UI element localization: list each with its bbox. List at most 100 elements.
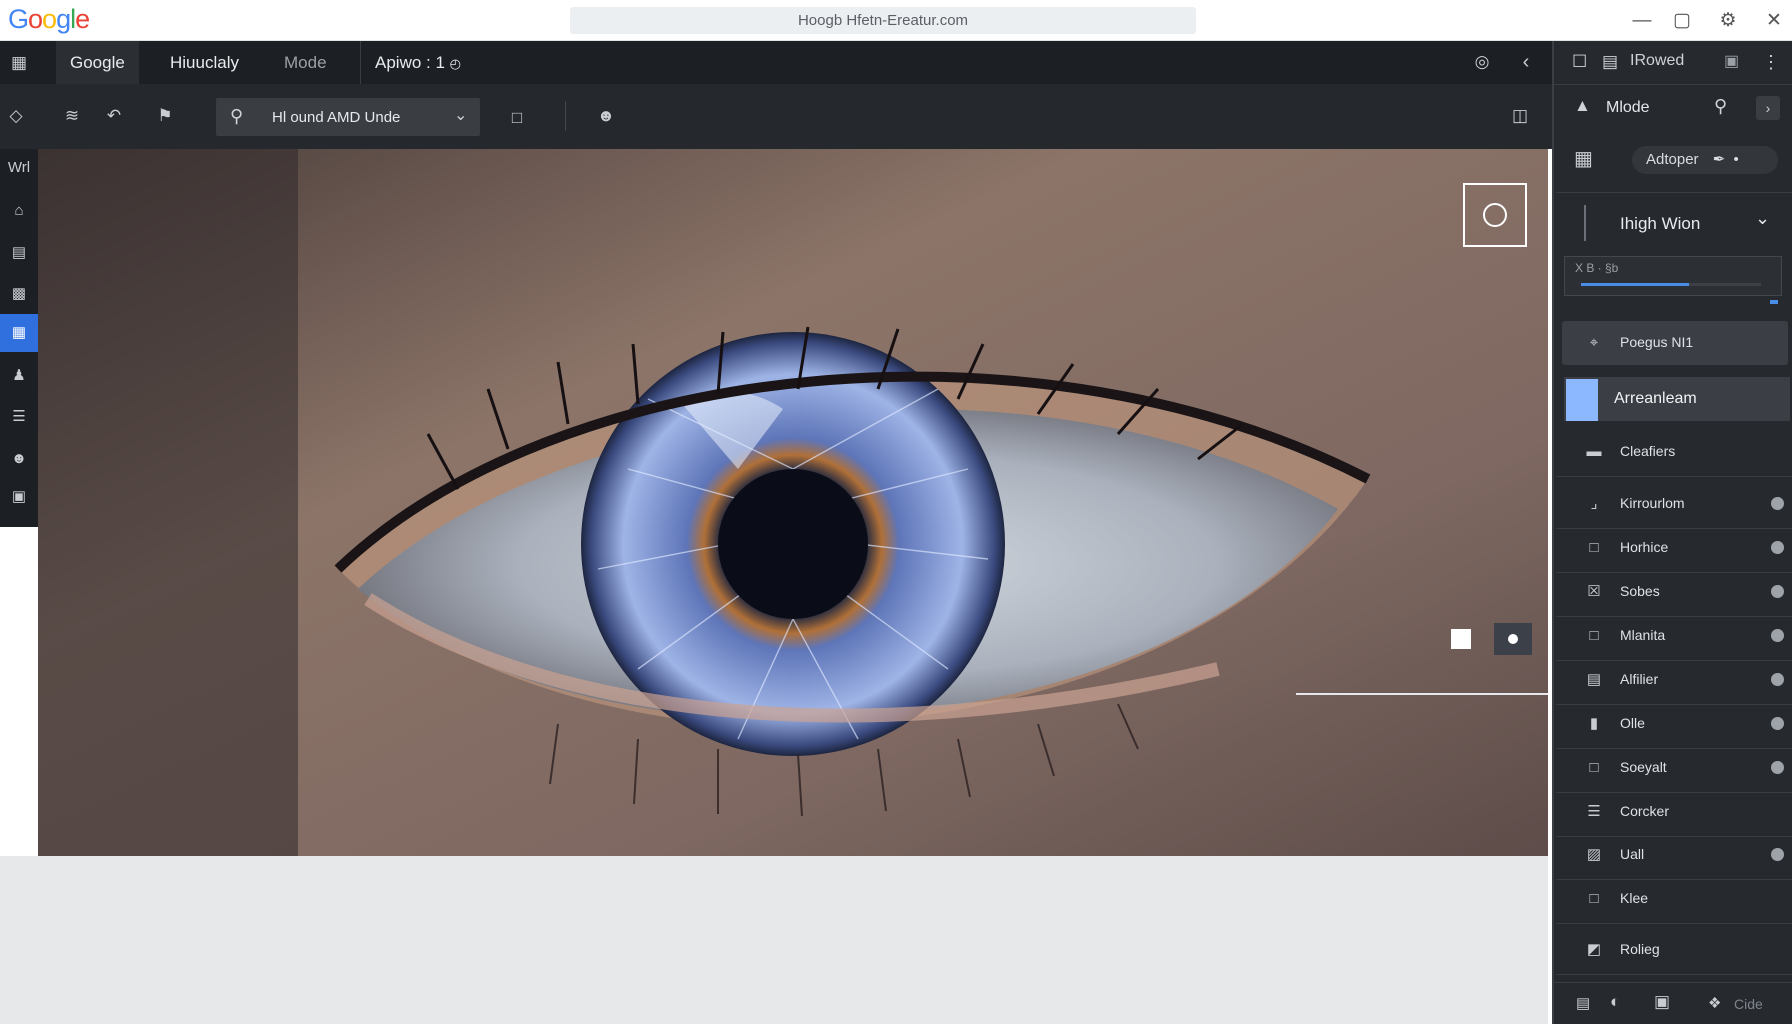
visibility-eye-icon[interactable] [1771,717,1784,730]
panel-divider [1552,84,1792,85]
layers-icon: ☰ [1587,803,1601,820]
layer-item[interactable]: ⌖ Poegus NI1 [1562,321,1788,365]
visibility-eye-icon[interactable] [1771,629,1784,642]
layer-item[interactable]: □ Horhice [1562,526,1788,570]
menu-item-2[interactable]: Hiuuclaly [156,41,253,84]
layer-item[interactable]: □ Soeyalt [1562,746,1788,790]
layer-item-label: Klee [1620,890,1649,906]
diamond-icon[interactable]: ◇ [2,102,30,130]
slider-fill [1581,283,1689,286]
visibility-eye-icon[interactable] [1771,585,1784,598]
minimize-icon[interactable]: — [1628,7,1656,35]
panel-title: IRowed [1630,52,1685,69]
gauge-icon[interactable]: ◐ [1610,992,1620,1012]
layer-divider [1556,476,1792,477]
x-box-icon: ☒ [1587,583,1601,600]
layer-item[interactable]: ☰ Corcker [1562,790,1788,834]
chevron-right-icon[interactable]: › [1756,96,1780,120]
google-logo[interactable]: Google [8,4,90,35]
settings-icon[interactable]: ⚙ [1714,7,1742,35]
more-icon[interactable]: ⋮ [1762,48,1782,76]
square-icon: □ [1589,890,1599,907]
layer-item-label: Cleafiers [1620,443,1676,459]
toolbox-icon[interactable]: ▩ [0,275,38,313]
toolbar-divider [565,101,566,131]
layer-item-label: Horhice [1620,539,1669,555]
diamond-move-icon[interactable]: ❖ [1708,994,1721,1012]
square-tool-icon[interactable]: □ [503,104,531,132]
visibility-eye-icon[interactable] [1771,541,1784,554]
rail-label: Wrl [7,159,31,176]
section-divider [1556,192,1792,193]
logo-letter: e [75,4,90,34]
layer-item-label: Mlanita [1620,627,1666,643]
target-icon[interactable]: ◎ [1468,48,1496,76]
visibility-eye-icon[interactable] [1771,673,1784,686]
grid-adjust-icon[interactable]: ▦ [1574,146,1593,171]
mask-icon[interactable]: ☻ [0,440,38,478]
lasso-icon[interactable]: ↶ [100,102,128,130]
flag-icon[interactable]: ⚑ [151,102,179,130]
section-accent-bar [1584,205,1586,241]
gradient-icon: ◩ [1586,941,1602,958]
search-icon[interactable]: ⚲ [1714,96,1727,117]
logo-letter: G [8,4,29,34]
layer-item[interactable]: ▨ Uall [1562,833,1788,877]
layer-item-label: Poegus NI1 [1620,334,1694,350]
layer-item-label: Kirrourlom [1620,495,1685,511]
layer-divider [1556,923,1792,924]
logo-letter: o [28,4,43,34]
adjust-icon[interactable]: ▦ [0,314,38,352]
slider-box[interactable]: X B · §b [1564,256,1782,296]
visibility-eye-icon[interactable] [1771,497,1784,510]
layer-item-label: Olle [1620,715,1645,731]
frame-icon: □ [1589,627,1599,644]
image-canvas[interactable] [38,149,1548,856]
layer-item[interactable]: ▬ Cleafiers [1562,430,1788,474]
address-bar[interactable]: Hoogb Hfetn-Ereatur.com [570,7,1196,34]
visibility-eye-icon[interactable] [1771,848,1784,861]
maximize-icon[interactable]: ▢ [1668,7,1696,35]
menu-apiwo[interactable]: Apiwo : 1 ◴ [360,41,475,84]
layer-item[interactable]: ▮ Olle [1562,702,1788,746]
layer-item[interactable]: ⌟ Kirrourlom [1562,482,1788,526]
menu-apiwo-label: Apiwo : 1 [375,53,445,72]
save-icon[interactable]: ▣ [1654,992,1670,1012]
layers-icon[interactable]: ▤ [0,234,38,272]
layer-item[interactable]: Arreanleam [1564,377,1790,421]
apps-grid-icon[interactable]: ▦ [0,41,38,84]
layer-item[interactable]: ◩ Rolieg [1562,928,1788,972]
adapter-dropdown[interactable]: Adtoper ✒ • [1632,146,1778,174]
mode-label[interactable]: Mlode [1606,99,1650,117]
page-icon: ▮ [1589,715,1599,732]
person-icon[interactable]: ♟ [0,357,38,395]
visibility-eye-icon[interactable] [1771,761,1784,774]
layer-item[interactable]: □ Mlanita [1562,614,1788,658]
menu-google[interactable]: Google [56,41,139,84]
face-mask-icon[interactable]: ☻ [592,102,620,130]
pen-icon: ✒ [1712,151,1726,168]
export-icon[interactable]: ◫ [1506,102,1534,130]
frame-icon: □ [1589,759,1599,776]
doc-icon: ▤ [1586,671,1602,688]
list-icon[interactable]: ▤ [1602,48,1626,76]
tweak-icon[interactable]: ≋ [58,102,86,130]
layer-item[interactable]: ▤ Alfilier [1562,658,1788,702]
layer-item[interactable]: ☒ Sobes [1562,570,1788,614]
home-icon[interactable]: ⌂ [0,192,38,230]
chevron-down-icon[interactable]: ⌄ [1755,208,1770,229]
menu-mode[interactable]: Mode [270,41,341,84]
stack-icon[interactable]: ▤ [1576,994,1590,1012]
comment-icon[interactable]: ☐ [1572,48,1596,76]
layer-item[interactable]: □ Klee [1562,877,1788,921]
search-field[interactable]: ⚲ Hl ound AMD Unde ⌄ [216,98,480,136]
adapter-label: Adtoper [1646,151,1699,168]
close-icon[interactable]: ✕ [1760,7,1788,35]
layer-item-label: Sobes [1620,583,1660,599]
panel-square-icon[interactable]: ▣ [1724,48,1748,76]
chevron-left-icon[interactable]: ‹ [1512,48,1540,76]
chevron-down-icon[interactable]: ⌄ [454,105,467,125]
image-icon[interactable]: ▣ [0,478,38,516]
list-icon[interactable]: ☰ [0,398,38,436]
slider-marker [1770,300,1778,304]
